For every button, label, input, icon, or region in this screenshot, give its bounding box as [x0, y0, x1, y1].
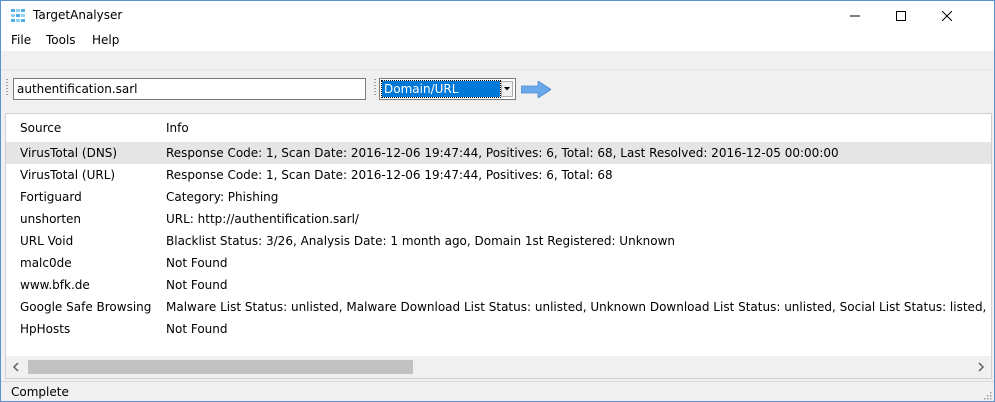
row-source: malc0de [20, 256, 72, 270]
menu-bar: File Tools Help [1, 31, 994, 51]
row-info: Not Found [166, 278, 228, 292]
chevron-down-icon [504, 87, 510, 91]
row-info: Malware List Status: unlisted, Malware D… [166, 300, 992, 314]
row-info: Response Code: 1, Scan Date: 2016-12-06 … [166, 146, 839, 160]
lookup-type-select[interactable]: Domain/URL [379, 78, 516, 100]
row-source: VirusTotal (URL) [20, 168, 116, 182]
search-input[interactable] [13, 78, 366, 100]
column-info[interactable]: Info [166, 121, 189, 135]
status-text: Complete [11, 385, 69, 399]
title-bar: TargetAnalyser [1, 1, 994, 31]
scrollbar-thumb[interactable] [28, 360, 413, 374]
row-source: Google Safe Browsing [20, 300, 152, 314]
arrow-right-icon [521, 81, 551, 98]
table-row[interactable]: Google Safe Browsing Malware List Status… [6, 296, 992, 318]
toolbar-grip[interactable] [6, 79, 8, 97]
menu-file[interactable]: File [11, 33, 31, 47]
row-source: www.bfk.de [20, 278, 90, 292]
table-row[interactable]: malc0de Not Found [6, 252, 991, 274]
table-row[interactable]: VirusTotal (DNS) Response Code: 1, Scan … [6, 142, 991, 164]
chevron-right-icon[interactable] [975, 360, 987, 374]
app-icon [11, 9, 25, 22]
row-source: HpHosts [20, 322, 71, 336]
table-row[interactable]: HpHosts Not Found [6, 318, 991, 340]
column-source[interactable]: Source [20, 121, 61, 135]
maximize-icon [896, 11, 906, 21]
dropdown-button[interactable] [501, 81, 513, 97]
chevron-left-icon[interactable] [10, 360, 22, 374]
go-arrow-button[interactable] [521, 81, 551, 98]
row-info: Not Found [166, 256, 228, 270]
row-source: URL Void [20, 234, 74, 248]
menu-help[interactable]: Help [92, 33, 119, 47]
row-info: Category: Phishing [166, 190, 279, 204]
status-bar: Complete [1, 381, 994, 401]
menu-tools[interactable]: Tools [46, 33, 76, 47]
lookup-type-value: Domain/URL [381, 80, 501, 98]
row-info: Response Code: 1, Scan Date: 2016-12-06 … [166, 168, 613, 182]
close-icon [942, 11, 952, 21]
table-row[interactable]: unshorten URL: http://authentification.s… [6, 208, 991, 230]
list-header: Source Info [6, 114, 991, 142]
row-source: unshorten [20, 212, 82, 226]
maximize-button[interactable] [878, 1, 924, 31]
row-info: Not Found [166, 322, 228, 336]
minimize-button[interactable] [832, 1, 878, 31]
resize-grip-icon[interactable] [982, 390, 992, 400]
row-info: URL: http://authentification.sarl/ [166, 212, 359, 226]
close-button[interactable] [924, 1, 970, 31]
table-row[interactable]: URL Void Blacklist Status: 3/26, Analysi… [6, 230, 991, 252]
row-source: VirusTotal (DNS) [20, 146, 118, 160]
horizontal-scrollbar[interactable] [6, 356, 991, 378]
toolbar-grip-2[interactable] [374, 79, 376, 97]
row-info: Blacklist Status: 3/26, Analysis Date: 1… [166, 234, 676, 248]
results-list[interactable]: Source Info VirusTotal (DNS) Response Co… [5, 113, 992, 379]
minimize-icon [850, 15, 860, 17]
window-title: TargetAnalyser [33, 8, 123, 22]
row-source: Fortiguard [20, 190, 82, 204]
app-window: TargetAnalyser File Tools Help Domain/UR… [0, 0, 995, 402]
table-row[interactable]: VirusTotal (URL) Response Code: 1, Scan … [6, 164, 991, 186]
table-row[interactable]: Fortiguard Category: Phishing [6, 186, 991, 208]
table-row[interactable]: www.bfk.de Not Found [6, 274, 991, 296]
